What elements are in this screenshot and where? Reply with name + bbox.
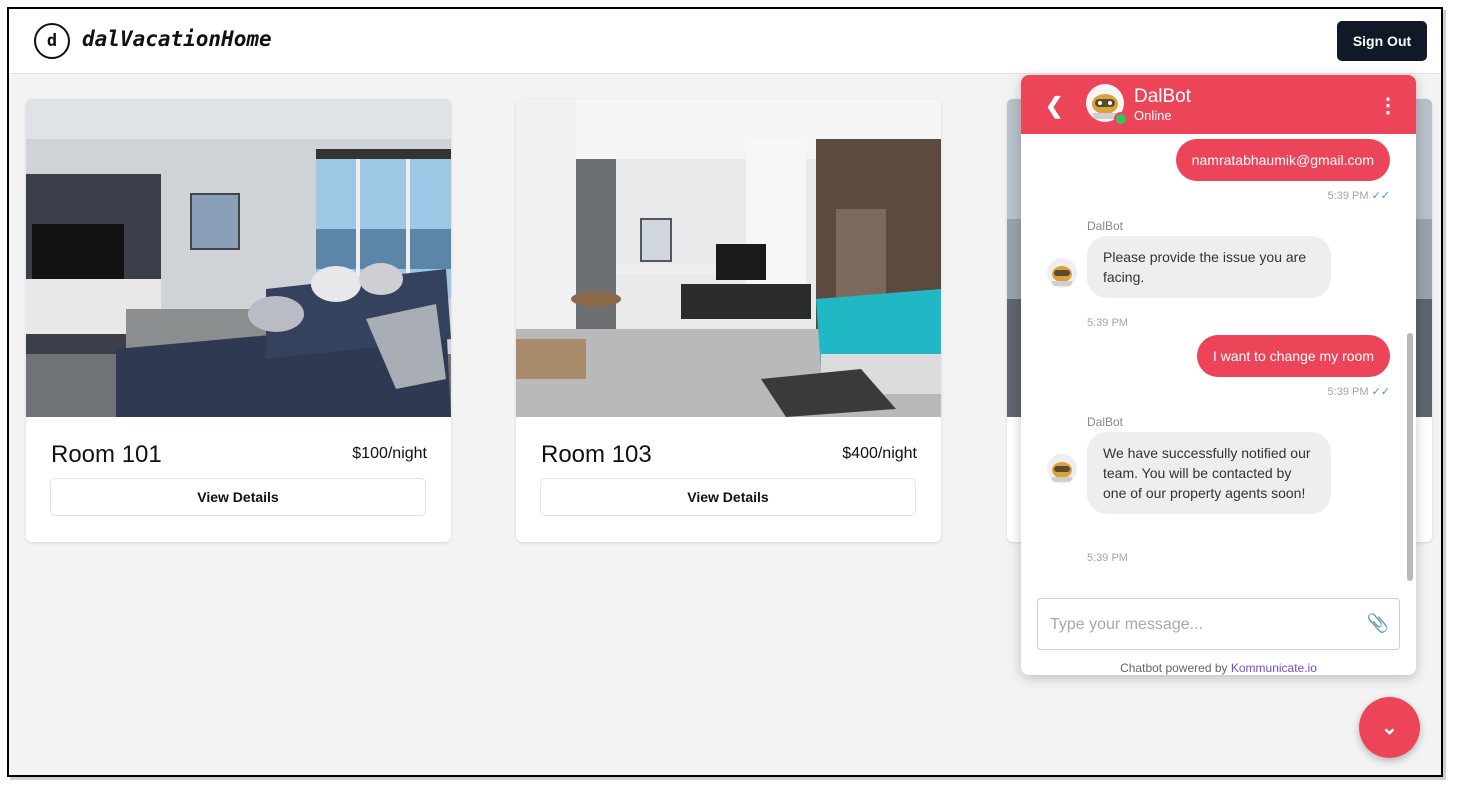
bot-message: Please provide the issue you are facing. [1087,236,1331,298]
brand-name[interactable]: dalVacationHome [82,27,272,51]
paperclip-icon[interactable]: 📎 [1367,613,1389,634]
view-details-button[interactable]: View Details [50,478,426,516]
user-message: I want to change my room [1196,335,1390,377]
room-title: Room 103 [541,441,652,468]
room-price: $100/night [352,445,427,462]
room-card: Room 103 $400/night View Details [516,99,941,542]
message-timestamp: 5:39 PM ✓✓ [1328,189,1390,202]
room-title: Room 101 [51,441,162,468]
message-input[interactable] [1048,612,1362,638]
chevron-left-icon[interactable]: ❮ [1045,93,1063,119]
room-price: $400/night [842,445,917,462]
double-check-icon: ✓✓ [1371,386,1390,398]
kommunicate-link[interactable]: Kommunicate.io [1231,661,1317,675]
app-window: d dalVacationHome Sign Out Room 101 $100… [7,7,1443,777]
room-card: Room 101 $100/night View Details [26,99,451,542]
message-time: 5:39 PM [1327,190,1369,202]
room-photo [26,99,451,417]
top-navbar: d dalVacationHome Sign Out [9,9,1441,74]
chat-header: ❮ DalBot Online ⋮ [1021,75,1416,134]
message-time: 5:39 PM [1327,386,1369,398]
message-time: 5:39 PM [1087,317,1128,329]
message-list[interactable]: namratabhaumik@gmail.com 5:39 PM ✓✓ DalB… [1021,134,1416,589]
view-details-button[interactable]: View Details [540,478,916,516]
logo-letter: d [46,31,58,51]
more-vertical-icon[interactable]: ⋮ [1378,93,1398,118]
online-status-dot [1114,112,1128,126]
message-timestamp: 5:39 PM ✓✓ [1328,385,1390,398]
powered-by-text: Chatbot powered by [1120,661,1228,675]
message-composer: 📎 [1037,598,1400,650]
chat-scrollbar-thumb[interactable] [1407,333,1413,581]
room-photo [516,99,941,417]
bot-status: Online [1134,108,1172,123]
bot-message: We have successfully notified our team. … [1087,432,1331,514]
double-check-icon: ✓✓ [1371,190,1390,202]
powered-by: Chatbot powered by Kommunicate.io [1021,661,1416,675]
user-message: namratabhaumik@gmail.com [1175,139,1390,181]
message-sender: DalBot [1087,219,1124,233]
chevron-down-icon[interactable]: ⌄ [1359,697,1420,758]
message-sender: DalBot [1087,415,1124,429]
bot-avatar-small [1047,258,1077,288]
logo-icon[interactable]: d [34,23,70,59]
message-time: 5:39 PM [1087,552,1128,564]
sign-out-button[interactable]: Sign Out [1337,21,1427,61]
chat-widget: ❮ DalBot Online ⋮ namratabhaumik@gmail.c… [1021,75,1416,675]
bot-avatar-small [1047,454,1077,484]
bot-name: DalBot [1134,86,1192,107]
